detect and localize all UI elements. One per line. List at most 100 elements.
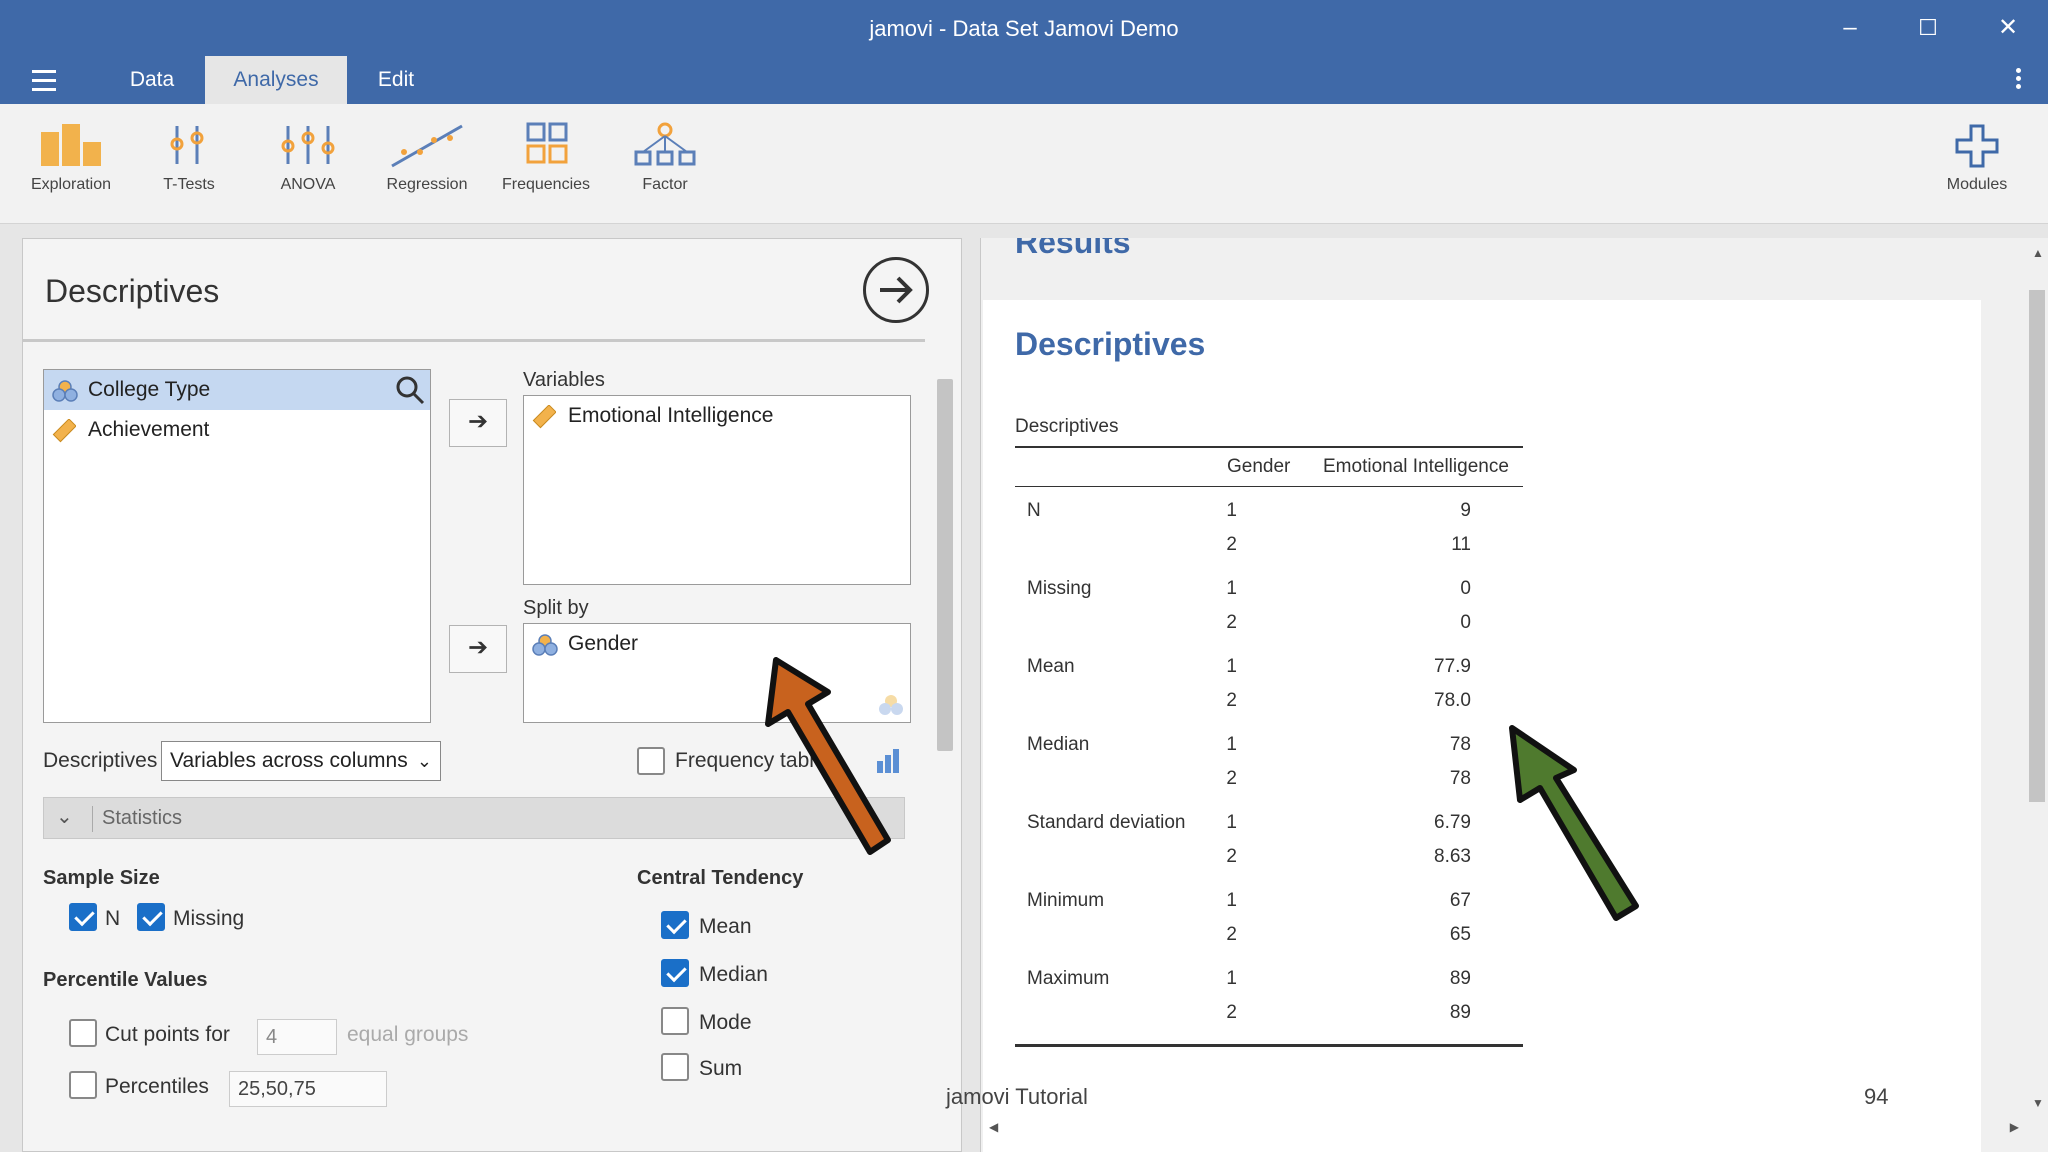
move-to-variables-button[interactable]: ➔ <box>449 399 507 447</box>
table-cell-group: 1 <box>1226 734 1237 755</box>
median-label: Median <box>699 963 768 986</box>
footer-page-number: 94 <box>1864 1084 1889 1109</box>
nominal-type-hint-icon <box>879 695 903 715</box>
move-to-splitby-button[interactable]: ➔ <box>449 625 507 673</box>
table-cell-statistic: Median <box>1027 734 1090 755</box>
splitby-list[interactable]: Gender <box>523 623 911 723</box>
search-icon[interactable] <box>394 374 426 406</box>
median-checkbox[interactable] <box>661 959 689 987</box>
percentiles-checkbox[interactable] <box>69 1071 97 1099</box>
tab-analyses[interactable]: Analyses <box>205 56 347 104</box>
mean-checkbox[interactable] <box>661 911 689 939</box>
table-cell-value: 11 <box>1451 534 1471 555</box>
t-tests-button[interactable]: T-Tests <box>134 122 244 194</box>
chevron-down-icon: ⌄ <box>416 751 432 771</box>
plus-icon <box>1955 124 1999 168</box>
scroll-down-icon[interactable]: ▼ <box>2032 1096 2044 1110</box>
table-title: Descriptives <box>1015 416 1119 437</box>
regression-button[interactable]: Regression <box>372 122 482 194</box>
hamburger-menu-icon[interactable] <box>32 70 66 92</box>
cut-points-input[interactable]: 4 <box>257 1019 337 1055</box>
more-options-icon[interactable] <box>2016 68 2024 92</box>
mode-checkbox[interactable] <box>661 1007 689 1035</box>
variables-list[interactable]: Emotional Intelligence <box>523 395 911 585</box>
scroll-right-icon[interactable]: ▶ <box>2010 1120 2019 1134</box>
maximize-icon[interactable]: ☐ <box>1908 12 1948 44</box>
percentile-values-heading: Percentile Values <box>43 969 208 991</box>
cut-points-checkbox[interactable] <box>69 1019 97 1047</box>
central-tendency-heading: Central Tendency <box>637 867 804 889</box>
tab-bar: Data Analyses Edit <box>0 56 2048 104</box>
bar-chart-icon <box>877 749 899 773</box>
tab-data[interactable]: Data <box>104 56 200 104</box>
minimize-icon[interactable]: – <box>1830 12 1870 44</box>
table-cell-value: 0 <box>1460 578 1471 599</box>
sample-size-heading: Sample Size <box>43 867 160 889</box>
sum-label: Sum <box>699 1057 743 1080</box>
table-rule <box>1015 446 1523 448</box>
descriptives-label: Descriptives <box>43 749 158 772</box>
run-arrow-icon[interactable] <box>863 257 929 323</box>
list-item[interactable]: Gender <box>524 624 910 664</box>
table-header-gender: Gender <box>1227 456 1291 477</box>
table-cell-group: 2 <box>1226 924 1237 945</box>
cut-points-label: Cut points for <box>105 1023 230 1046</box>
frequencies-button[interactable]: Frequencies <box>491 122 601 194</box>
frequencies-icon <box>526 122 568 164</box>
scroll-left-icon[interactable]: ◀ <box>989 1120 998 1134</box>
splitby-label: Split by <box>523 597 589 619</box>
factor-button[interactable]: Factor <box>610 122 720 194</box>
n-checkbox[interactable] <box>69 903 97 931</box>
factor-icon <box>634 122 696 166</box>
table-cell-statistic: Minimum <box>1027 890 1105 911</box>
tab-edit[interactable]: Edit <box>356 56 436 104</box>
anova-button[interactable]: ANOVA <box>253 122 363 194</box>
statistics-section-header[interactable]: ⌄ Statistics <box>43 797 905 839</box>
table-cell-statistic: Missing <box>1027 578 1092 599</box>
scrollbar-thumb[interactable] <box>937 379 953 751</box>
table-cell-statistic: N <box>1027 500 1041 521</box>
mode-label: Mode <box>699 1011 752 1034</box>
source-variable-list[interactable]: College Type Achievement <box>43 369 431 723</box>
modules-button[interactable]: Modules <box>1922 122 2032 194</box>
list-item[interactable]: Achievement <box>44 410 430 450</box>
table-cell-value: 65 <box>1449 924 1471 945</box>
list-item[interactable]: College Type <box>44 370 430 410</box>
nominal-variable-icon <box>532 634 558 656</box>
table-cell-value: 77.9 <box>1434 656 1471 677</box>
scrollbar-thumb[interactable] <box>2029 290 2045 802</box>
equal-groups-label: equal groups <box>347 1023 469 1046</box>
table-cell-group: 1 <box>1226 578 1237 599</box>
table-cell-group: 1 <box>1226 968 1237 989</box>
table-cell-group: 2 <box>1226 768 1237 789</box>
table-cell-value: 6.79 <box>1434 812 1471 833</box>
table-rule <box>1015 486 1523 487</box>
table-cell-value: 8.63 <box>1434 846 1471 867</box>
n-label: N <box>105 907 121 930</box>
options-scrollbar[interactable] <box>933 349 955 1149</box>
t-tests-icon <box>170 126 204 164</box>
table-cell-value: 67 <box>1449 890 1471 911</box>
table-cell-group: 2 <box>1226 690 1237 711</box>
missing-checkbox[interactable] <box>137 903 165 931</box>
table-header-variable: Emotional Intelligence <box>1323 456 1509 477</box>
divider <box>23 339 925 342</box>
table-cell-group: 2 <box>1226 846 1237 867</box>
analysis-title: Descriptives <box>45 273 220 309</box>
close-icon[interactable]: ✕ <box>1988 12 2028 44</box>
table-cell-group: 1 <box>1226 500 1237 521</box>
table-cell-statistic: Mean <box>1027 656 1075 677</box>
frequency-tables-checkbox[interactable] <box>637 747 665 775</box>
table-cell-value: 89 <box>1449 968 1471 989</box>
variables-label: Variables <box>523 369 605 391</box>
exploration-button[interactable]: Exploration <box>16 122 126 194</box>
descriptives-layout-select[interactable]: Variables across columns ⌄ <box>161 741 441 781</box>
list-item[interactable]: Emotional Intelligence <box>524 396 910 436</box>
frequency-tables-label: Frequency tables <box>675 749 837 772</box>
results-horizontal-scrollbar[interactable]: ◀ ▶ <box>981 1118 2027 1140</box>
percentiles-input[interactable]: 25,50,75 <box>229 1071 387 1107</box>
footer-caption: jamovi Tutorial <box>946 1084 1088 1109</box>
sum-checkbox[interactable] <box>661 1053 689 1081</box>
results-vertical-scrollbar[interactable]: ▲ ▼ <box>2026 238 2048 1118</box>
scroll-up-icon[interactable]: ▲ <box>2032 246 2044 260</box>
